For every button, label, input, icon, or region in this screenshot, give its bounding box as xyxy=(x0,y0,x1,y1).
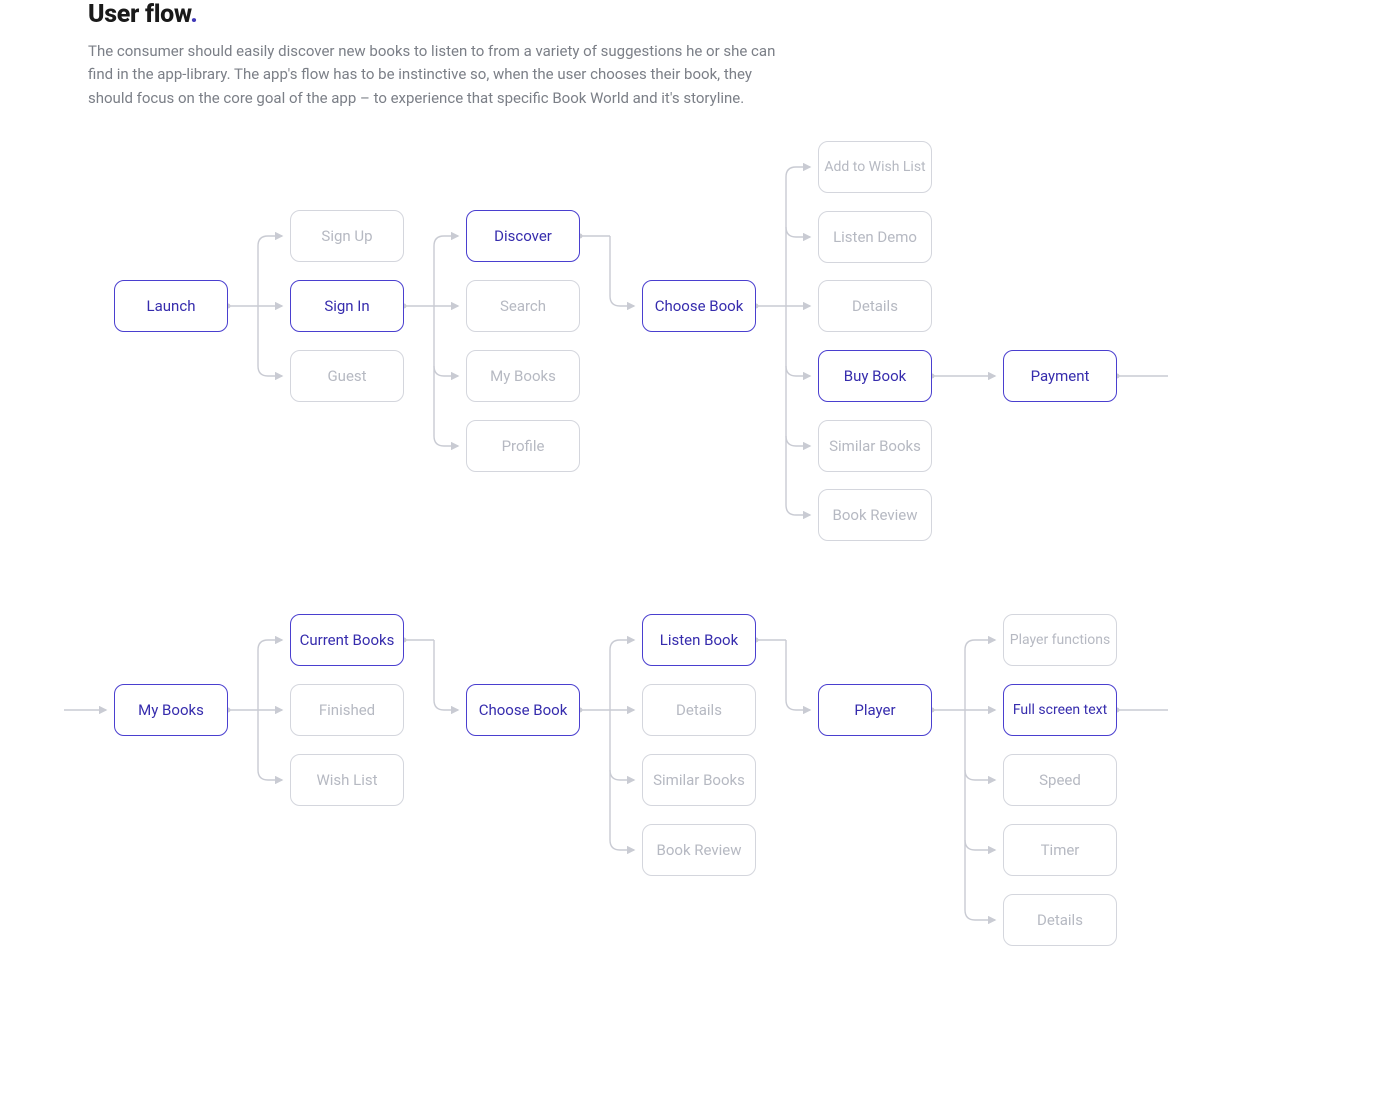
title-dot: . xyxy=(190,0,197,29)
node-sign-in: Sign In xyxy=(290,280,404,332)
node-details-2: Details xyxy=(642,684,756,736)
node-speed: Speed xyxy=(1003,754,1117,806)
node-details-1: Details xyxy=(818,280,932,332)
node-similar-1: Similar Books xyxy=(818,420,932,472)
node-review-1: Book Review xyxy=(818,489,932,541)
node-search: Search xyxy=(466,280,580,332)
node-discover: Discover xyxy=(466,210,580,262)
node-my-books-2: My Books xyxy=(114,684,228,736)
node-similar-2: Similar Books xyxy=(642,754,756,806)
node-wishlist: Wish List xyxy=(290,754,404,806)
node-listen-book: Listen Book xyxy=(642,614,756,666)
node-payment: Payment xyxy=(1003,350,1117,402)
node-details-3: Details xyxy=(1003,894,1117,946)
connectors-layer xyxy=(0,0,1400,1100)
node-guest: Guest xyxy=(290,350,404,402)
node-current-books: Current Books xyxy=(290,614,404,666)
node-player: Player xyxy=(818,684,932,736)
node-choose-book-2: Choose Book xyxy=(466,684,580,736)
node-full-screen-text: Full screen text xyxy=(1003,684,1117,736)
node-profile: Profile xyxy=(466,420,580,472)
node-launch: Launch xyxy=(114,280,228,332)
node-wishlist-add: Add to Wish List xyxy=(818,141,932,193)
node-sign-up: Sign Up xyxy=(290,210,404,262)
page-description: The consumer should easily discover new … xyxy=(88,40,778,110)
node-buy-book: Buy Book xyxy=(818,350,932,402)
node-review-2: Book Review xyxy=(642,824,756,876)
node-player-functions: Player functions xyxy=(1003,614,1117,666)
title-text: User flow xyxy=(88,0,190,29)
node-choose-book-1: Choose Book xyxy=(642,280,756,332)
node-finished: Finished xyxy=(290,684,404,736)
page-title: User flow. xyxy=(88,0,198,29)
node-timer: Timer xyxy=(1003,824,1117,876)
node-listen-demo: Listen Demo xyxy=(818,211,932,263)
node-my-books-1: My Books xyxy=(466,350,580,402)
